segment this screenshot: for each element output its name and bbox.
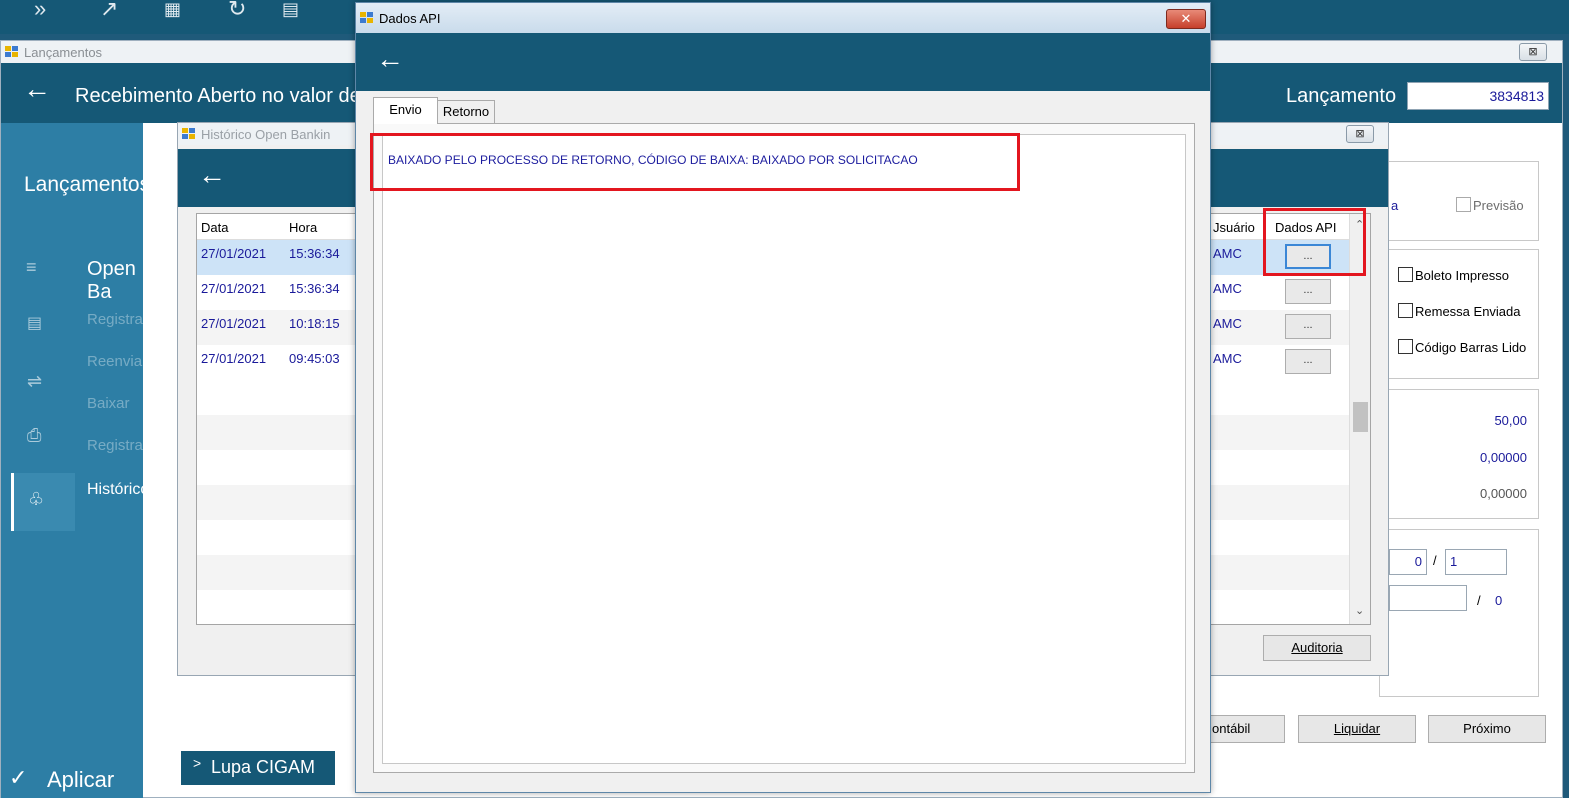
row-data: 27/01/2021 <box>201 281 267 296</box>
previsao-checkbox[interactable] <box>1456 197 1471 212</box>
row-usuario: AMC <box>1213 351 1242 366</box>
dados-api-button[interactable]: ... <box>1285 314 1331 339</box>
arrow-icon[interactable]: ↗ <box>100 0 118 20</box>
row-data: 27/01/2021 <box>201 316 267 331</box>
header-title: Recebimento Aberto no valor de <box>75 85 361 107</box>
sidebar: Lançamentos ≡ Open Ba ▤ Registrar Reenvi… <box>1 123 169 798</box>
liquidar-button[interactable]: Liquidar <box>1298 715 1416 743</box>
counter1-input[interactable]: 0 <box>1389 549 1427 575</box>
check-icon: ✓ <box>9 765 28 790</box>
auditoria-button[interactable]: Auditoria <box>1263 635 1371 661</box>
row-data: 27/01/2021 <box>201 351 267 366</box>
historico-minimize-button[interactable]: ⊠ <box>1346 125 1374 143</box>
back-arrow-icon[interactable]: ← <box>198 159 226 191</box>
counter2-separator: / <box>1477 593 1481 608</box>
chevron-right-icon: > <box>193 755 202 771</box>
sidebar-item-historico[interactable]: Histórico <box>87 481 149 499</box>
value-3: 0,00000 <box>1480 486 1527 501</box>
sidebar-heading: Lançamentos <box>24 173 151 196</box>
col-data[interactable]: Data <box>201 220 228 235</box>
dados-api-titlebar: Dados API <box>356 3 1210 33</box>
dados-api-header: ← <box>356 33 1210 91</box>
sidebar-item-registrar[interactable]: Registrar <box>87 311 148 328</box>
proximo-button[interactable]: Próximo <box>1428 715 1546 743</box>
api-response-text[interactable]: BAIXADO PELO PROCESSO DE RETORNO, CÓDIGO… <box>382 134 1186 764</box>
scroll-thumb[interactable] <box>1353 402 1368 432</box>
boleto-impresso-label: Boleto Impresso <box>1415 268 1509 283</box>
window-icon <box>5 46 19 58</box>
tab-envio[interactable]: Envio <box>373 97 438 124</box>
lupa-cigam-link[interactable]: Lupa CIGAM <box>211 757 315 778</box>
row-hora: 15:36:34 <box>289 281 340 296</box>
value-1: 50,00 <box>1494 413 1527 428</box>
boleto-impresso-checkbox[interactable] <box>1398 267 1413 282</box>
history-icon[interactable]: ♧ <box>28 489 44 510</box>
row-usuario: AMC <box>1213 281 1242 296</box>
sidebar-item-registrar-alt[interactable]: Registrar Alt <box>87 437 169 454</box>
row-hora: 10:18:15 <box>289 316 340 331</box>
sidebar-item-baixar[interactable]: Baixar <box>87 395 130 412</box>
historico-title: Histórico Open Bankin <box>201 126 331 142</box>
swap-icon: ⇌ <box>27 371 43 391</box>
printer-icon: ⎙ <box>27 425 42 445</box>
window-title: Lançamentos <box>24 44 103 60</box>
calculator-icon[interactable]: ▤ <box>282 0 299 18</box>
minimize-button[interactable]: ⊠ <box>1519 43 1547 61</box>
counter1-total-input[interactable]: 1 <box>1445 549 1507 575</box>
back-arrow-icon[interactable]: ← <box>23 73 51 105</box>
window-icon <box>360 12 374 24</box>
scroll-down-icon[interactable]: ⌄ <box>1355 604 1364 617</box>
row-hora: 09:45:03 <box>289 351 340 366</box>
counter2-value: 0 <box>1495 593 1503 608</box>
collapse-icon[interactable]: » <box>34 0 46 20</box>
highlight-message <box>370 133 1020 191</box>
dados-api-button[interactable]: ... <box>1285 349 1331 374</box>
document-icon: ▤ <box>27 315 43 332</box>
row-hora: 15:36:34 <box>289 246 340 261</box>
highlight-dados-api-column <box>1263 208 1366 276</box>
row-data: 27/01/2021 <box>201 246 267 261</box>
refresh-icon[interactable]: ↻ <box>228 0 246 20</box>
counter1-separator: / <box>1433 553 1437 568</box>
remessa-enviada-label: Remessa Enviada <box>1415 304 1521 319</box>
col-hora[interactable]: Hora <box>289 220 317 235</box>
codigo-barras-checkbox[interactable] <box>1398 339 1413 354</box>
row-usuario: AMC <box>1213 316 1242 331</box>
tab-retorno[interactable]: Retorno <box>437 100 495 124</box>
envio-panel: BAIXADO PELO PROCESSO DE RETORNO, CÓDIGO… <box>373 123 1195 773</box>
value-2: 0,00000 <box>1480 450 1527 465</box>
sidebar-item-open-banking[interactable]: Open Ba <box>87 258 143 304</box>
close-button[interactable]: ✕ <box>1166 9 1206 29</box>
lancamento-label: Lançamento <box>1286 85 1397 107</box>
dados-api-button[interactable]: ... <box>1285 279 1331 304</box>
dados-api-window: Dados API ✕ ← Envio Retorno BAIXADO PELO… <box>355 2 1211 793</box>
previsao-label: Previsão <box>1473 198 1524 213</box>
menu-icon[interactable]: ≡ <box>26 257 37 278</box>
sidebar-item-reenviar[interactable]: Reenviar <box>87 353 147 370</box>
aplicar-button[interactable]: Aplicar <box>47 767 114 793</box>
chart-icon[interactable]: ▦ <box>164 0 181 18</box>
dados-api-title: Dados API <box>379 10 441 26</box>
lancamento-input[interactable]: 3834813 <box>1407 82 1549 110</box>
row-usuario: AMC <box>1213 246 1242 261</box>
codigo-barras-label: Código Barras Lido <box>1415 340 1527 355</box>
back-arrow-icon[interactable]: ← <box>376 43 404 75</box>
counter2-input[interactable] <box>1389 585 1467 611</box>
col-usuario[interactable]: Jsuário <box>1213 220 1255 235</box>
window-icon <box>182 128 196 140</box>
partial-link[interactable]: a <box>1391 198 1398 213</box>
remessa-enviada-checkbox[interactable] <box>1398 303 1413 318</box>
